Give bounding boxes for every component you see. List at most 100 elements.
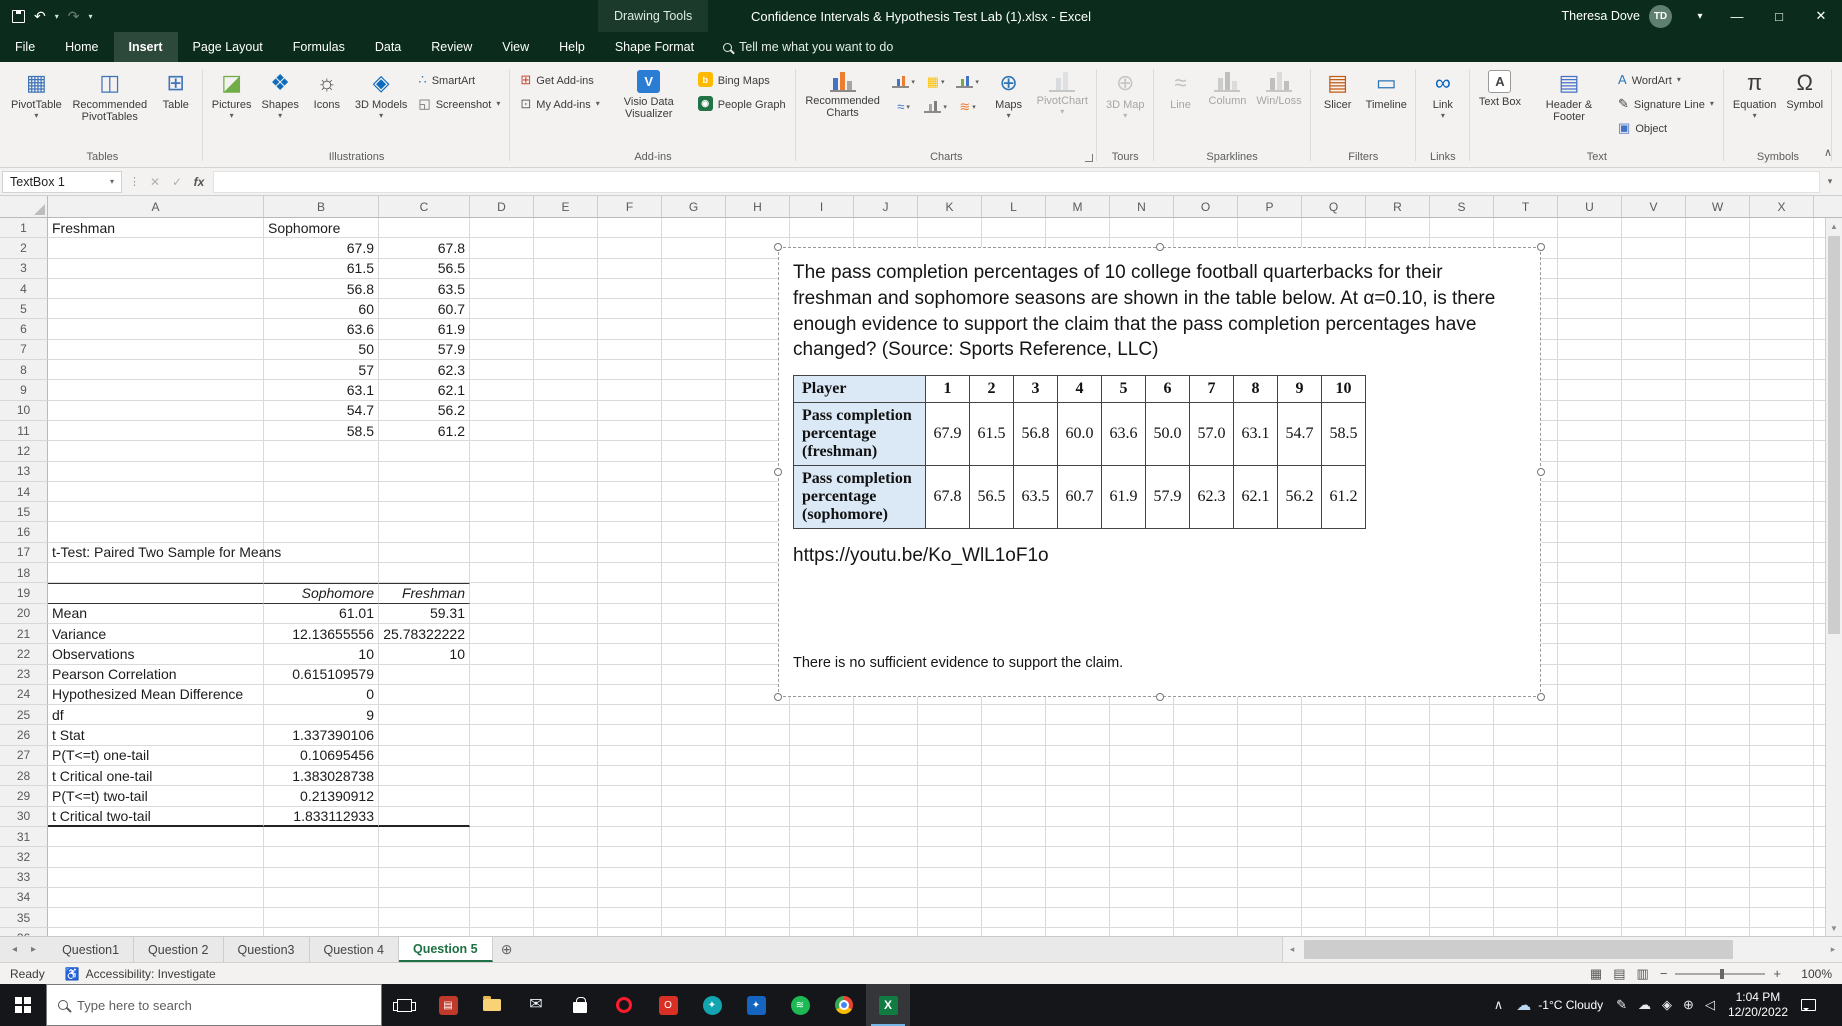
volume-icon[interactable]: ◁	[1705, 997, 1715, 1013]
cell-Q36[interactable]	[1302, 928, 1366, 936]
row-header-10[interactable]: 10	[0, 400, 48, 421]
row-header-36[interactable]: 36	[0, 928, 48, 936]
cell-W19[interactable]	[1686, 583, 1750, 604]
cell-V33[interactable]	[1622, 867, 1686, 888]
cell-U11[interactable]	[1558, 420, 1622, 442]
account-name[interactable]: Theresa Dove	[1561, 9, 1640, 23]
recommended-pivottables-button[interactable]: ◫ Recommended PivotTables	[68, 65, 152, 149]
question-text-box[interactable]: The pass completion percentages of 10 co…	[774, 243, 1545, 701]
close-button[interactable]: ✕	[1800, 0, 1842, 32]
row-header-7[interactable]: 7	[0, 339, 48, 361]
mail-taskbar-button[interactable]: ✉	[514, 984, 558, 1026]
sheet-tab-question3[interactable]: Question3	[223, 937, 310, 962]
cell-W13[interactable]	[1686, 461, 1750, 482]
screenshot-button[interactable]: ◱ Screenshot ▾	[413, 93, 505, 114]
cell-A2[interactable]	[48, 238, 264, 259]
cell-W30[interactable]	[1686, 806, 1750, 827]
cell-D30[interactable]	[470, 806, 534, 827]
cell-A14[interactable]	[48, 481, 264, 503]
action-center-icon[interactable]	[1801, 999, 1816, 1011]
cell-B2[interactable]: 67.9	[264, 238, 379, 259]
cell-L34[interactable]	[982, 887, 1046, 909]
cell-R33[interactable]	[1366, 867, 1430, 888]
cell-V23[interactable]	[1622, 664, 1686, 685]
cell-S28[interactable]	[1430, 766, 1494, 787]
cell-V26[interactable]	[1622, 725, 1686, 746]
cell-E25[interactable]	[534, 705, 598, 726]
cell-G8[interactable]	[662, 360, 726, 381]
cell-U24[interactable]	[1558, 684, 1622, 706]
timeline-button[interactable]: ▭ Timeline	[1362, 65, 1411, 149]
cell-C5[interactable]: 60.7	[379, 299, 470, 320]
cell-Q31[interactable]	[1302, 826, 1366, 848]
cell-J30[interactable]	[854, 806, 918, 827]
cell-D14[interactable]	[470, 481, 534, 503]
cell-S33[interactable]	[1430, 867, 1494, 888]
cell-G13[interactable]	[662, 461, 726, 482]
cell-U17[interactable]	[1558, 542, 1622, 564]
cell-F29[interactable]	[598, 786, 662, 807]
cell-Q30[interactable]	[1302, 806, 1366, 827]
cell-E28[interactable]	[534, 766, 598, 787]
cell-G10[interactable]	[662, 400, 726, 421]
cell-C20[interactable]: 59.31	[379, 603, 470, 624]
cell-F27[interactable]	[598, 745, 662, 767]
cell-U12[interactable]	[1558, 441, 1622, 462]
tab-view[interactable]: View	[487, 32, 544, 62]
youtube-link[interactable]: https://youtu.be/Ko_WlL1oF1o	[793, 545, 1526, 567]
cell-M27[interactable]	[1046, 745, 1110, 767]
cell-G1[interactable]	[662, 218, 726, 239]
cell-D17[interactable]	[470, 542, 534, 564]
cell-T28[interactable]	[1494, 766, 1558, 787]
cell-U8[interactable]	[1558, 360, 1622, 381]
cell-V34[interactable]	[1622, 887, 1686, 909]
cell-T31[interactable]	[1494, 826, 1558, 848]
cell-L30[interactable]	[982, 806, 1046, 827]
cell-E10[interactable]	[534, 400, 598, 421]
cell-N26[interactable]	[1110, 725, 1174, 746]
cell-A9[interactable]	[48, 380, 264, 401]
cell-U27[interactable]	[1558, 745, 1622, 767]
cell-B27[interactable]: 0.10695456	[264, 745, 379, 767]
cell-O35[interactable]	[1174, 908, 1238, 929]
cell-A24[interactable]: Hypothesized Mean Difference	[48, 684, 264, 706]
insert-waterfall-chart-button[interactable]: ▾	[954, 71, 982, 92]
cell-D2[interactable]	[470, 238, 534, 259]
cell-T36[interactable]	[1494, 928, 1558, 936]
cell-C12[interactable]	[379, 441, 470, 462]
zoom-out-icon[interactable]: −	[1660, 966, 1668, 981]
scroll-up-icon[interactable]: ▲	[1826, 218, 1842, 234]
zoom-in-icon[interactable]: +	[1773, 966, 1781, 981]
cell-W23[interactable]	[1686, 664, 1750, 685]
sheet-tab-question-5[interactable]: Question 5	[398, 937, 493, 962]
header-footer-button[interactable]: ▤ Header & Footer	[1527, 65, 1611, 149]
column-header-J[interactable]: J	[854, 196, 918, 218]
cell-U16[interactable]	[1558, 522, 1622, 543]
cell-Q27[interactable]	[1302, 745, 1366, 767]
cell-R34[interactable]	[1366, 887, 1430, 909]
cell-F23[interactable]	[598, 664, 662, 685]
cell-H33[interactable]	[726, 867, 790, 888]
cell-J28[interactable]	[854, 766, 918, 787]
scroll-left-icon[interactable]: ◂	[1283, 944, 1301, 955]
sheet-tab-question-2[interactable]: Question 2	[134, 937, 224, 962]
cell-E26[interactable]	[534, 725, 598, 746]
cell-D28[interactable]	[470, 766, 534, 787]
row-header-24[interactable]: 24	[0, 684, 48, 706]
cell-G30[interactable]	[662, 806, 726, 827]
cell-X24[interactable]	[1750, 684, 1814, 706]
cell-L31[interactable]	[982, 826, 1046, 848]
cell-W4[interactable]	[1686, 278, 1750, 300]
cell-D18[interactable]	[470, 563, 534, 584]
store-taskbar-button[interactable]	[558, 984, 602, 1026]
cell-P30[interactable]	[1238, 806, 1302, 827]
cell-X2[interactable]	[1750, 238, 1814, 259]
cell-V30[interactable]	[1622, 806, 1686, 827]
cell-V5[interactable]	[1622, 299, 1686, 320]
shapes-button[interactable]: ❖ Shapes ▾	[258, 65, 303, 149]
cell-A11[interactable]	[48, 420, 264, 442]
insert-hierarchy-chart-button[interactable]: ▦ ▾	[922, 71, 950, 92]
cell-C28[interactable]	[379, 766, 470, 787]
cell-S30[interactable]	[1430, 806, 1494, 827]
taskbar-search[interactable]	[46, 984, 382, 1026]
